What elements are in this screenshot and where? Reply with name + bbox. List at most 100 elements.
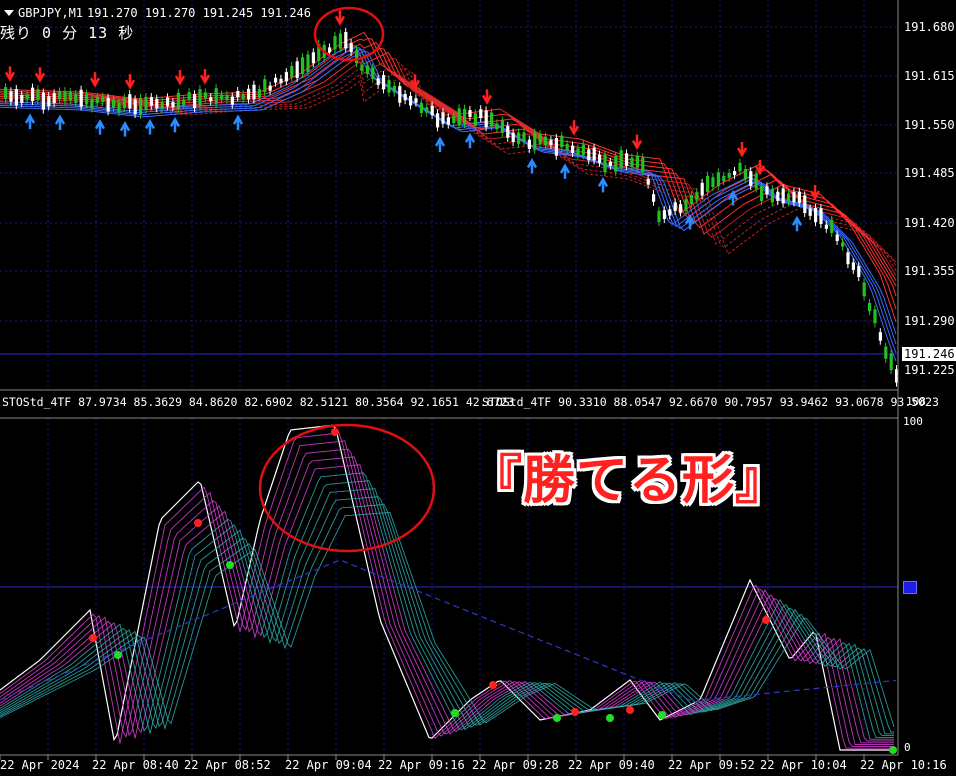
candle-body xyxy=(144,96,148,110)
candle-body xyxy=(14,89,18,106)
highlight-circle-bottom xyxy=(258,423,436,553)
up-arrow-icon xyxy=(54,114,66,130)
up-arrow-icon xyxy=(24,113,36,129)
candle-body xyxy=(20,94,24,103)
candle-body xyxy=(117,102,121,113)
indicator-scale-bottom: 0 xyxy=(904,741,911,754)
candle-body xyxy=(770,188,774,203)
candle-body xyxy=(641,157,645,172)
candle-body xyxy=(371,67,375,79)
candle-body xyxy=(857,266,861,278)
time-label: 22 Apr 2024 xyxy=(0,758,80,772)
candle-body xyxy=(662,210,666,220)
candle-body xyxy=(835,234,839,241)
candle-body xyxy=(846,252,850,265)
candle-body xyxy=(527,139,531,149)
chart-header: GBPJPY,M1 191.270 191.270 191.245 191.24… xyxy=(4,6,311,20)
down-arrow-icon xyxy=(736,142,748,158)
candle-body xyxy=(31,87,35,102)
signal-dot xyxy=(194,519,202,527)
candle-body xyxy=(230,96,234,105)
candle-body xyxy=(52,93,56,104)
candle-body xyxy=(533,132,537,150)
chart-canvas[interactable] xyxy=(0,0,956,776)
candle-body xyxy=(630,157,634,167)
candle-body xyxy=(441,112,445,124)
ma-red-line xyxy=(0,37,897,310)
candle-body xyxy=(824,224,828,229)
ma-red-line xyxy=(0,47,897,286)
signal-dot xyxy=(606,714,614,722)
down-arrow-icon xyxy=(334,10,346,26)
candle-body xyxy=(112,99,116,108)
candle-body xyxy=(306,54,310,73)
candle-body xyxy=(819,208,823,225)
candle-body xyxy=(668,209,672,216)
candle-body xyxy=(463,108,467,125)
candle-body xyxy=(841,242,845,247)
candle-body xyxy=(333,36,337,50)
candle-body xyxy=(619,150,623,167)
candle-body xyxy=(484,110,488,128)
price-label: 191.680 xyxy=(904,20,955,34)
candle-body xyxy=(868,302,872,312)
price-label: 191.550 xyxy=(904,118,955,132)
candle-body xyxy=(689,195,693,205)
candle-body xyxy=(263,79,267,93)
indicator-scale-top-a: 108 xyxy=(906,395,926,408)
symbol-label: GBPJPY,M1 xyxy=(18,6,84,20)
candle-body xyxy=(290,66,294,78)
candle-body xyxy=(560,135,564,148)
candle-body xyxy=(268,85,272,91)
candle-body xyxy=(149,97,153,106)
down-arrow-icon xyxy=(568,120,580,136)
up-arrow-icon xyxy=(464,132,476,149)
candle-body xyxy=(549,140,553,145)
candle-body xyxy=(544,136,548,146)
candle-body xyxy=(571,145,575,153)
candle-body xyxy=(344,31,348,49)
candle-body xyxy=(873,309,877,324)
candle-body xyxy=(360,64,364,72)
price-label: 191.290 xyxy=(904,314,955,328)
up-arrow-icon xyxy=(94,119,106,135)
candle-body xyxy=(473,113,477,126)
down-arrow-icon xyxy=(174,70,186,86)
candle-body xyxy=(695,192,699,200)
candle-body xyxy=(457,108,461,126)
candle-body xyxy=(495,123,499,130)
candle-body xyxy=(592,147,596,161)
time-label: 22 Apr 08:40 xyxy=(92,758,179,772)
signal-dot xyxy=(226,561,234,569)
candle-body xyxy=(684,199,688,211)
candle-body xyxy=(403,93,407,101)
candle-body xyxy=(598,154,602,163)
ma-red-line xyxy=(0,61,897,271)
candle-body xyxy=(425,107,429,113)
candle-body xyxy=(814,208,818,223)
candle-body xyxy=(722,175,726,182)
ma-red-line xyxy=(0,51,897,281)
candle-body xyxy=(511,132,515,143)
signal-dot xyxy=(762,616,770,624)
signal-dot xyxy=(571,708,579,716)
candle-body xyxy=(565,143,569,151)
annotation-text: 『勝てる形』 xyxy=(470,451,789,511)
up-arrow-icon xyxy=(144,118,156,135)
signal-dot xyxy=(489,681,497,689)
dropdown-triangle-icon[interactable] xyxy=(4,10,14,16)
candle-body xyxy=(517,132,521,145)
highlight-circle-top xyxy=(313,6,385,62)
up-arrow-icon xyxy=(526,157,538,174)
candle-body xyxy=(95,97,99,103)
candle-body xyxy=(409,95,413,106)
up-arrow-icon xyxy=(597,176,609,193)
candle-body xyxy=(760,185,764,202)
up-arrow-icon xyxy=(169,116,181,133)
candle-body xyxy=(376,78,380,85)
signal-dot xyxy=(658,711,666,719)
candle-body xyxy=(176,92,180,110)
candle-body xyxy=(468,110,472,117)
candle-body xyxy=(128,94,132,109)
candle-body xyxy=(792,192,796,203)
